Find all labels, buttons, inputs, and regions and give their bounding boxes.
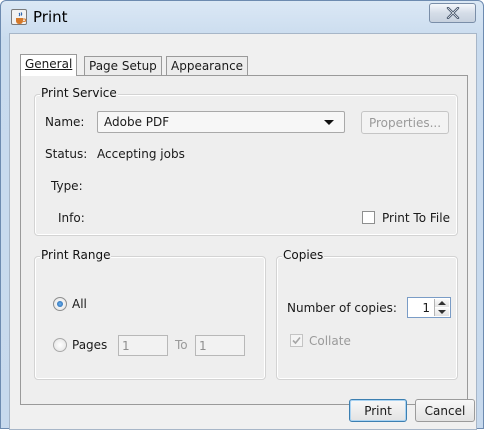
cancel-button[interactable]: Cancel xyxy=(415,399,475,422)
chevron-down-icon xyxy=(324,120,334,125)
copies-group: Copies Number of copies: 1 Collate xyxy=(276,248,458,380)
tab-appearance[interactable]: Appearance xyxy=(166,56,249,75)
spinner-down-icon[interactable] xyxy=(435,308,449,316)
print-service-title: Print Service xyxy=(40,86,118,100)
print-to-file-label[interactable]: Print To File xyxy=(382,211,450,225)
type-label: Type: xyxy=(51,179,83,193)
copies-spinner[interactable]: 1 xyxy=(407,297,451,318)
tab-general[interactable]: General xyxy=(20,54,78,76)
spinner-up-icon[interactable] xyxy=(435,299,449,307)
pages-label[interactable]: Pages xyxy=(72,338,107,352)
print-button[interactable]: Print xyxy=(349,399,407,422)
properties-button[interactable]: Properties... xyxy=(361,111,449,134)
tab-page-setup[interactable]: Page Setup xyxy=(84,56,162,75)
print-range-group: Print Range All Pages 1 To 1 xyxy=(34,248,266,380)
copies-title: Copies xyxy=(282,248,325,262)
to-label: To xyxy=(175,338,188,352)
copies-value: 1 xyxy=(422,301,430,315)
title-bar[interactable]: Print xyxy=(1,1,483,33)
status-value: Accepting jobs xyxy=(97,147,185,161)
print-range-title: Print Range xyxy=(40,248,112,262)
pages-to-field[interactable]: 1 xyxy=(195,335,245,356)
spinner-buttons xyxy=(434,299,449,316)
print-to-file-checkbox[interactable] xyxy=(362,211,375,224)
general-tab-panel: Print Service Name: Adobe PDF Properties… xyxy=(20,75,468,405)
tab-appearance-label: Appearance xyxy=(171,59,244,73)
pages-from-field[interactable]: 1 xyxy=(118,335,168,356)
all-label[interactable]: All xyxy=(72,297,87,311)
printer-name-dropdown[interactable]: Adobe PDF xyxy=(97,111,345,133)
tab-page-setup-label: Page Setup xyxy=(89,59,157,73)
collate-label[interactable]: Collate xyxy=(309,334,351,348)
printer-name-value: Adobe PDF xyxy=(104,115,170,129)
close-button[interactable] xyxy=(429,3,476,23)
print-dialog-window: Print General Page Setup Appearance Prin… xyxy=(0,0,484,430)
checkmark-icon xyxy=(292,336,301,345)
java-cup-icon xyxy=(11,9,27,25)
all-radio[interactable] xyxy=(53,297,67,311)
dialog-content: General Page Setup Appearance Print Serv… xyxy=(9,33,477,430)
print-service-group: Print Service Name: Adobe PDF Properties… xyxy=(34,86,458,236)
window-title: Print xyxy=(33,8,68,26)
number-of-copies-label: Number of copies: xyxy=(287,301,397,315)
name-label: Name: xyxy=(45,115,85,129)
tab-general-label: General xyxy=(25,57,73,71)
close-icon xyxy=(446,7,460,19)
pages-radio[interactable] xyxy=(53,338,67,352)
collate-checkbox[interactable] xyxy=(290,334,303,347)
info-label: Info: xyxy=(58,211,85,225)
status-label: Status: xyxy=(45,147,88,161)
